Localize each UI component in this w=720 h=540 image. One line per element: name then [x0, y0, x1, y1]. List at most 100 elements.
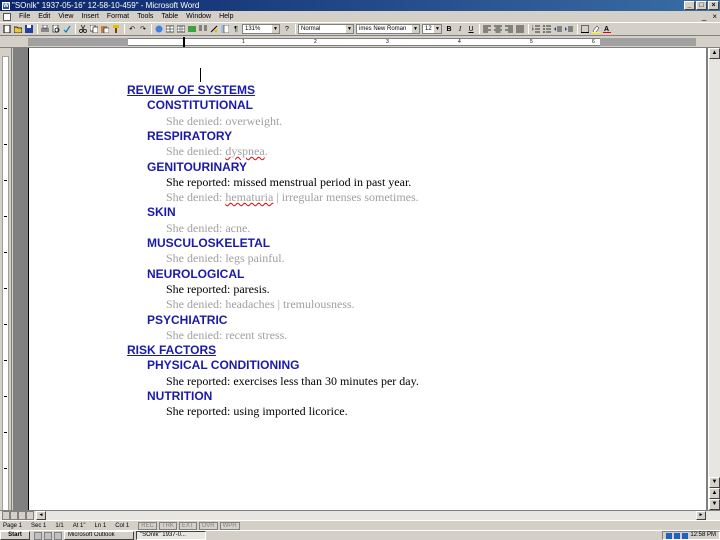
- insert-table-icon[interactable]: [176, 24, 186, 34]
- document-area[interactable]: REVIEW OF SYSTEMS CONSTITUTIONAL She denie…: [13, 48, 708, 520]
- tables-borders-icon[interactable]: [165, 24, 175, 34]
- style-combo[interactable]: Normal ▼: [298, 24, 354, 34]
- status-ext[interactable]: EXT: [178, 521, 197, 530]
- undo-icon[interactable]: ↶: [127, 24, 137, 34]
- status-ovr[interactable]: OVR: [198, 521, 218, 530]
- previous-page-icon[interactable]: ▲: [709, 488, 720, 499]
- misspelled-word[interactable]: dyspnea: [225, 144, 264, 158]
- font-size-combo[interactable]: 12 ▼: [422, 24, 442, 34]
- denied-finding: She denied: recent stress.: [166, 328, 287, 343]
- status-trk[interactable]: TRK: [158, 521, 177, 530]
- denied-finding: She denied: headaches | tremulousness.: [166, 297, 355, 312]
- status-rec[interactable]: REC: [138, 521, 157, 530]
- quick-launch-icon[interactable]: [44, 531, 52, 540]
- vertical-ruler[interactable]: [0, 48, 12, 520]
- menu-file[interactable]: File: [15, 13, 34, 20]
- horizontal-scrollbar[interactable]: ◄ ►: [0, 510, 720, 520]
- menu-table[interactable]: Table: [157, 13, 182, 20]
- maximize-button[interactable]: □: [696, 1, 707, 10]
- system-tray: 12:58 PM: [662, 531, 720, 540]
- font-color-icon[interactable]: A: [602, 24, 612, 34]
- scroll-down-icon[interactable]: ▼: [709, 477, 720, 488]
- menu-insert[interactable]: Insert: [77, 13, 103, 20]
- taskbar-button-word[interactable]: "SOnlk" 1937-0...: [136, 531, 206, 540]
- insert-excel-icon[interactable]: [187, 24, 197, 34]
- normal-view-icon[interactable]: [2, 511, 10, 520]
- quick-launch-icon[interactable]: [34, 531, 42, 540]
- menu-format[interactable]: Format: [103, 13, 133, 20]
- scroll-right-icon[interactable]: ►: [696, 511, 706, 520]
- document-map-icon[interactable]: [220, 24, 230, 34]
- vertical-scrollbar[interactable]: ▲ ▼ ▲ ▼: [708, 48, 720, 510]
- taskbar-button-outlook[interactable]: Microsoft Outlook: [64, 531, 134, 540]
- spelling-icon[interactable]: [62, 24, 72, 34]
- tray-icon[interactable]: [674, 532, 681, 539]
- help-icon[interactable]: ?: [282, 24, 292, 34]
- document-minimize-button[interactable]: _: [699, 12, 709, 21]
- tray-icon[interactable]: [682, 532, 689, 539]
- minimize-button[interactable]: _: [684, 1, 695, 10]
- subsection-heading: GENITOURINARY: [147, 160, 247, 174]
- start-button[interactable]: Start: [0, 531, 30, 540]
- print-layout-view-icon[interactable]: [18, 511, 26, 520]
- menu-view[interactable]: View: [54, 13, 77, 20]
- highlight-icon[interactable]: [591, 24, 601, 34]
- outline-view-icon[interactable]: [26, 511, 34, 520]
- columns-icon[interactable]: [198, 24, 208, 34]
- underline-button[interactable]: U: [466, 24, 476, 34]
- drawing-icon[interactable]: [209, 24, 219, 34]
- word-app-icon[interactable]: W: [2, 1, 10, 10]
- increase-indent-icon[interactable]: [564, 24, 574, 34]
- zoom-combo[interactable]: 131% ▼: [242, 24, 280, 34]
- hyperlink-icon[interactable]: [154, 24, 164, 34]
- line-text: NEUROLOGICAL: [147, 266, 245, 281]
- document-page[interactable]: REVIEW OF SYSTEMS CONSTITUTIONAL She denie…: [28, 48, 706, 520]
- bold-button[interactable]: B: [444, 24, 454, 34]
- status-wph[interactable]: WPH: [219, 521, 240, 530]
- ruler-right-margin: [600, 38, 696, 46]
- close-button[interactable]: ×: [708, 1, 719, 10]
- redo-icon[interactable]: ↷: [138, 24, 148, 34]
- numbering-icon[interactable]: [531, 24, 541, 34]
- reported-finding: She reported: using imported licorice.: [166, 404, 348, 419]
- print-icon[interactable]: [40, 24, 50, 34]
- scroll-up-icon[interactable]: ▲: [709, 48, 720, 59]
- document-icon[interactable]: [3, 12, 11, 21]
- scroll-left-icon[interactable]: ◄: [36, 511, 46, 520]
- borders-icon[interactable]: [580, 24, 590, 34]
- font-combo[interactable]: imes New Roman ▼: [356, 24, 420, 34]
- web-layout-view-icon[interactable]: [10, 511, 18, 520]
- menu-help[interactable]: Help: [215, 13, 237, 20]
- paste-icon[interactable]: [100, 24, 110, 34]
- quick-launch-icon[interactable]: [54, 531, 62, 540]
- align-left-icon[interactable]: [482, 24, 492, 34]
- title-bar: W "SOnlk" 1937-05-16" 12-58-10-459" - Mi…: [0, 0, 720, 11]
- clock[interactable]: 12:58 PM: [690, 532, 716, 539]
- document-close-button[interactable]: ×: [709, 12, 720, 21]
- bullets-icon[interactable]: [542, 24, 552, 34]
- horizontal-ruler[interactable]: 1 2 3 4 5 6: [0, 36, 720, 48]
- format-painter-icon[interactable]: [111, 24, 121, 34]
- italic-button[interactable]: I: [455, 24, 465, 34]
- copy-icon[interactable]: [89, 24, 99, 34]
- tray-icon[interactable]: [666, 532, 673, 539]
- line-text: She denied: overweight.: [166, 113, 283, 128]
- cut-icon[interactable]: [78, 24, 88, 34]
- menu-window[interactable]: Window: [182, 13, 215, 20]
- decrease-indent-icon[interactable]: [553, 24, 563, 34]
- menu-tools[interactable]: Tools: [133, 13, 157, 20]
- save-icon[interactable]: [24, 24, 34, 34]
- new-icon[interactable]: [2, 24, 12, 34]
- indent-marker-handle[interactable]: [183, 37, 188, 47]
- reported-finding: She reported: paresis.: [166, 282, 270, 297]
- justify-icon[interactable]: [515, 24, 525, 34]
- show-hide-icon[interactable]: ¶: [231, 24, 241, 34]
- align-right-icon[interactable]: [504, 24, 514, 34]
- next-page-icon[interactable]: ▼: [709, 499, 720, 510]
- print-preview-icon[interactable]: [51, 24, 61, 34]
- formatting-toolbar: ↶ ↷ ¶ 131% ▼ ? Normal ▼ imes New Roman ▼ 12…: [0, 22, 720, 36]
- align-center-icon[interactable]: [493, 24, 503, 34]
- open-icon[interactable]: [13, 24, 23, 34]
- menu-edit[interactable]: Edit: [34, 13, 54, 20]
- misspelled-word[interactable]: hematuria: [225, 190, 273, 204]
